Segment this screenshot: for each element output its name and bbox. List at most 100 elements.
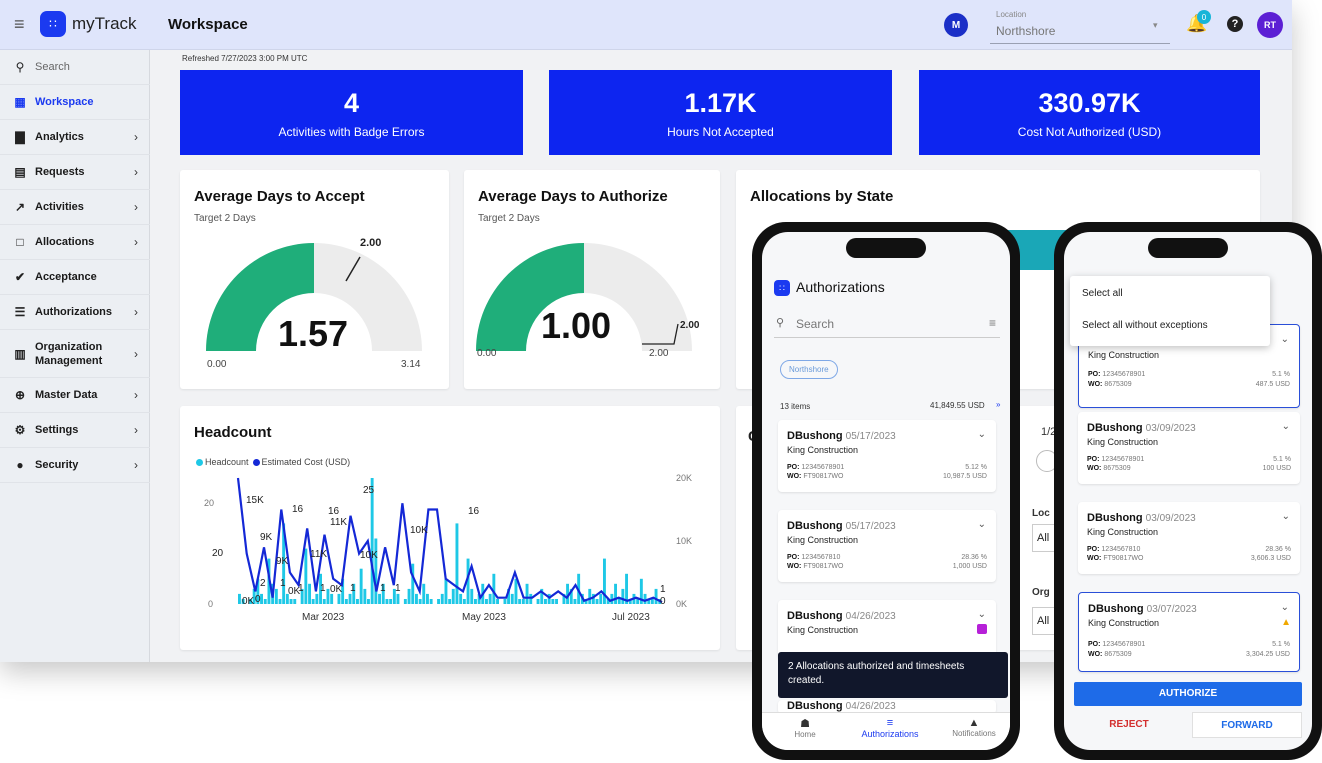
- card-po: PO: 12345678901: [787, 464, 844, 471]
- card-date: 03/09/2023: [1145, 423, 1196, 434]
- sidebar-item-requests[interactable]: ▤ Requests ›: [0, 155, 150, 190]
- headcount-bar: [555, 599, 558, 604]
- double-chevron-icon[interactable]: »: [996, 400, 1000, 409]
- sidebar-item-allocations[interactable]: □ Allocations ›: [0, 225, 150, 260]
- card-po: PO: 1234567810: [787, 554, 840, 561]
- location-chip[interactable]: Northshore: [780, 360, 838, 379]
- kpi-cost-not-authorized[interactable]: 330.97K Cost Not Authorized (USD): [919, 70, 1260, 155]
- sidebar-item-activities[interactable]: ↗ Activities ›: [0, 190, 150, 225]
- chevron-down-icon[interactable]: ⌄: [1281, 334, 1289, 345]
- kpi-hours-not-accepted[interactable]: 1.17K Hours Not Accepted: [549, 70, 892, 155]
- sidebar-item-label: Acceptance: [35, 271, 97, 283]
- sidebar-item-analytics[interactable]: ▇ Analytics ›: [0, 120, 150, 155]
- authorize-button[interactable]: AUTHORIZE: [1074, 682, 1302, 706]
- filter-icon[interactable]: ≡: [989, 316, 996, 330]
- wo-label: WO:: [1087, 465, 1102, 472]
- headcount-data-label: 1: [320, 583, 326, 594]
- kpi-badge-errors[interactable]: 4 Activities with Badge Errors: [180, 70, 523, 155]
- headcount-bar: [407, 588, 411, 604]
- nav-notifications[interactable]: ▲ Notifications: [944, 717, 1004, 738]
- card-name: DBushong 03/09/2023: [1087, 512, 1196, 524]
- headcount-bar: [617, 599, 621, 604]
- select-menu: Select all Select all without exceptions: [1070, 276, 1270, 346]
- toast-message: 2 Allocations authorized and timesheets …: [778, 652, 1008, 698]
- forward-button[interactable]: FORWARD: [1192, 712, 1302, 738]
- allocation-card-selected[interactable]: DBushong 03/07/2023 ⌄ ▲ King Constructio…: [1078, 592, 1300, 672]
- kpi-label: Cost Not Authorized (USD): [1017, 125, 1162, 139]
- dynamic-island: [1148, 238, 1228, 258]
- card-company: King Construction: [1087, 527, 1159, 537]
- allocation-card[interactable]: DBushong 05/17/2023 ⌄ King Construction …: [778, 420, 996, 492]
- allocation-card[interactable]: DBushong 05/17/2023 ⌄ King Construction …: [778, 510, 996, 582]
- chevron-down-icon[interactable]: ⌄: [1282, 511, 1290, 522]
- phone-right: ⌄ King Construction PO: 12345678901 WO: …: [1054, 222, 1322, 760]
- search-icon: ⚲: [15, 60, 25, 74]
- card-company: King Construction: [1088, 618, 1160, 628]
- org-filter-label: Org: [1032, 587, 1050, 598]
- chevron-down-icon[interactable]: ⌄: [1281, 602, 1289, 613]
- location-select[interactable]: Location Northshore ▾: [990, 6, 1170, 44]
- chevron-down-icon[interactable]: ⌄: [1282, 421, 1290, 432]
- sidebar-item-workspace[interactable]: ▦ Workspace: [0, 85, 150, 120]
- reject-button[interactable]: REJECT: [1074, 712, 1184, 738]
- gear-icon: ⚙: [14, 423, 26, 437]
- wo-value: 8675309: [1103, 465, 1131, 472]
- headcount-bar: [385, 599, 389, 604]
- nav-home-label: Home: [794, 730, 816, 739]
- headcount-bar: [348, 593, 352, 604]
- chevron-down-icon[interactable]: ⌄: [978, 609, 986, 620]
- menu-select-all[interactable]: Select all: [1082, 288, 1123, 299]
- sidebar-item-settings[interactable]: ⚙ Settings ›: [0, 413, 150, 448]
- headcount-chart: 0200K10K20KMar 2023 May 2023 Jul 20232016 1…: [204, 473, 692, 623]
- headcount-bar: [654, 588, 658, 604]
- nav-authorizations[interactable]: ≡ Authorizations: [854, 717, 926, 739]
- building-icon: ▥: [14, 346, 26, 361]
- checklist-icon: ≡: [886, 717, 894, 729]
- gauge-target-label: 2.00: [680, 320, 700, 331]
- sidebar-item-label: Workspace: [35, 96, 94, 108]
- headcount-bar: [488, 593, 492, 604]
- sidebar-item-authorizations[interactable]: ☰ Authorizations ›: [0, 295, 150, 330]
- headcount-data-label: 0: [660, 596, 666, 607]
- headcount-bar: [311, 599, 315, 604]
- allocation-card[interactable]: DBushong 04/26/2023 ⌄ King Construction: [778, 600, 996, 660]
- card-user: DBushong: [787, 430, 843, 442]
- kpi-value: 1.17K: [684, 88, 757, 118]
- phone-right-screen: ⌄ King Construction PO: 12345678901 WO: …: [1064, 232, 1312, 750]
- menu-select-all-without-exceptions[interactable]: Select all without exceptions: [1082, 320, 1208, 331]
- x-tick: May 2023: [462, 612, 506, 623]
- sidebar-item-master-data[interactable]: ⊕ Master Data ›: [0, 378, 150, 413]
- user-avatar-rt[interactable]: RT: [1257, 12, 1283, 38]
- headcount-bar: [503, 599, 507, 604]
- allocation-card[interactable]: DBushong 03/09/2023 ⌄ King Construction …: [1078, 412, 1300, 484]
- app-logo-text: myTrack: [72, 14, 137, 33]
- headcount-data-label: 25: [363, 485, 375, 496]
- po-value: 12345678901: [1102, 641, 1146, 648]
- sidebar-item-security[interactable]: ● Security ›: [0, 448, 150, 483]
- sidebar-item-organization-management[interactable]: ▥ Organization Management ›: [0, 330, 150, 378]
- allocation-card[interactable]: DBushong 03/09/2023 ⌄ King Construction …: [1078, 502, 1300, 574]
- help-icon[interactable]: ?: [1227, 16, 1243, 32]
- headcount-data-label: 20: [212, 548, 224, 559]
- card-pct: 28.36 %: [1265, 546, 1291, 553]
- user-avatar-m[interactable]: M: [944, 13, 968, 37]
- sidebar-search[interactable]: ⚲ Search: [0, 50, 150, 85]
- phone-search-input[interactable]: ⚲ Search ≡: [774, 310, 1000, 338]
- sidebar-item-label: Organization Management: [35, 340, 103, 367]
- card-pct: 5.1 %: [1273, 456, 1291, 463]
- sidebar-item-acceptance[interactable]: ✔ Acceptance: [0, 260, 150, 295]
- chevron-down-icon[interactable]: ⌄: [978, 429, 986, 440]
- headcount-bar: [529, 593, 533, 604]
- hamburger-menu-icon[interactable]: ≡: [14, 14, 25, 35]
- gauge-card-accept: Average Days to Accept Target 2 Days 2.0…: [180, 170, 449, 389]
- gauge-authorize: [476, 243, 692, 351]
- app-logo-icon: ∷: [40, 11, 66, 37]
- po-value: 1234567810: [1101, 546, 1141, 553]
- nav-home[interactable]: ☗ Home: [780, 717, 830, 739]
- headcount-bar: [315, 593, 319, 604]
- chevron-right-icon: ›: [134, 305, 138, 319]
- chevron-down-icon[interactable]: ⌄: [978, 519, 986, 530]
- top-bar: ≡ ∷ myTrack Workspace M Location Northsh…: [0, 0, 1292, 50]
- items-count: 13 items: [780, 402, 811, 411]
- y-right-tick: 10K: [676, 536, 692, 546]
